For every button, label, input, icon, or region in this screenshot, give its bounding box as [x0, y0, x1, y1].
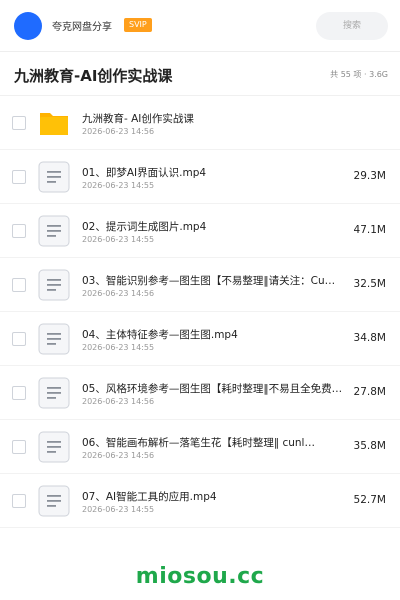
select-checkbox[interactable]: [12, 278, 26, 292]
item-size: 52.7M: [353, 494, 386, 506]
file-row[interactable]: 07、AI智能工具的应用.mp4 2026-06-23 14:55 52.7M: [0, 474, 400, 528]
file-row[interactable]: 02、提示词生成图片.mp4 2026-06-23 14:55 47.1M: [0, 204, 400, 258]
file-list: 九洲教育- AI创作实战课 2026-06-23 14:56 01、即梦AI界面认识…: [0, 96, 400, 528]
item-date: 2026-06-23 14:56: [82, 397, 155, 406]
item-date: 2026-06-23 14:55: [82, 505, 155, 514]
item-size: 29.3M: [353, 170, 386, 182]
item-name: 03、智能识别参考—图生图【不易整理‖请关注：Cu…: [82, 275, 336, 287]
folder-header: 九洲教育-AI创作实战课 共 55 项 · 3.6G: [0, 52, 400, 96]
item-name: 01、即梦AI界面认识.mp4: [82, 167, 207, 179]
item-name: 07、AI智能工具的应用.mp4: [82, 491, 217, 503]
item-size: 32.5M: [353, 278, 386, 290]
file-row[interactable]: 03、智能识别参考—图生图【不易整理‖请关注：Cu… 2026-06-23 14:…: [0, 258, 400, 312]
file-icon: [38, 323, 70, 355]
file-icon: [38, 161, 70, 193]
item-name: 05、风格环境参考—图生图【耗时整理‖不易且全免费…: [82, 383, 343, 395]
folder-summary: 共 55 项 · 3.6G: [330, 70, 388, 79]
item-date: 2026-06-23 14:55: [82, 343, 155, 352]
item-date: 2026-06-23 14:55: [82, 181, 155, 190]
watermark: miosou.cc: [135, 564, 265, 589]
item-size: 27.8M: [353, 386, 386, 398]
file-icon: [38, 431, 70, 463]
file-icon: [38, 215, 70, 247]
item-size: 47.1M: [353, 224, 386, 236]
item-name: 04、主体特征参考—图生图.mp4: [82, 329, 238, 341]
top-bar: 夸克网盘分享 SVIP: [0, 0, 400, 52]
item-name: 02、提示词生成图片.mp4: [82, 221, 207, 233]
file-row[interactable]: 04、主体特征参考—图生图.mp4 2026-06-23 14:55 34.8M: [0, 312, 400, 366]
item-name: 九洲教育- AI创作实战课: [82, 113, 194, 125]
item-date: 2026-06-23 14:56: [82, 451, 155, 460]
item-date: 2026-06-23 14:55: [82, 235, 155, 244]
page-title: 九洲教育-AI创作实战课: [14, 67, 173, 85]
file-row[interactable]: 01、即梦AI界面认识.mp4 2026-06-23 14:55 29.3M: [0, 150, 400, 204]
item-size: 35.8M: [353, 440, 386, 452]
item-size: 34.8M: [353, 332, 386, 344]
svip-badge: SVIP: [124, 18, 152, 32]
file-icon: [38, 485, 70, 517]
folder-row[interactable]: 九洲教育- AI创作实战课 2026-06-23 14:56: [0, 96, 400, 150]
search-input[interactable]: [316, 12, 388, 40]
file-row[interactable]: 06、智能画布解析—落笔生花【耗时整理‖ cunl… 2026-06-23 14:…: [0, 420, 400, 474]
select-checkbox[interactable]: [12, 170, 26, 184]
file-icon: [38, 377, 70, 409]
item-name: 06、智能画布解析—落笔生花【耗时整理‖ cunl…: [82, 437, 315, 449]
avatar[interactable]: [14, 12, 42, 40]
select-checkbox[interactable]: [12, 494, 26, 508]
file-icon: [38, 269, 70, 301]
share-owner-name: 夸克网盘分享: [52, 22, 112, 33]
select-checkbox[interactable]: [12, 332, 26, 346]
select-checkbox[interactable]: [12, 224, 26, 238]
item-date: 2026-06-23 14:56: [82, 289, 155, 298]
select-checkbox[interactable]: [12, 116, 26, 130]
item-date: 2026-06-23 14:56: [82, 127, 155, 136]
select-checkbox[interactable]: [12, 440, 26, 454]
select-checkbox[interactable]: [12, 386, 26, 400]
folder-icon: [38, 107, 70, 139]
file-row[interactable]: 05、风格环境参考—图生图【耗时整理‖不易且全免费… 2026-06-23 14:…: [0, 366, 400, 420]
